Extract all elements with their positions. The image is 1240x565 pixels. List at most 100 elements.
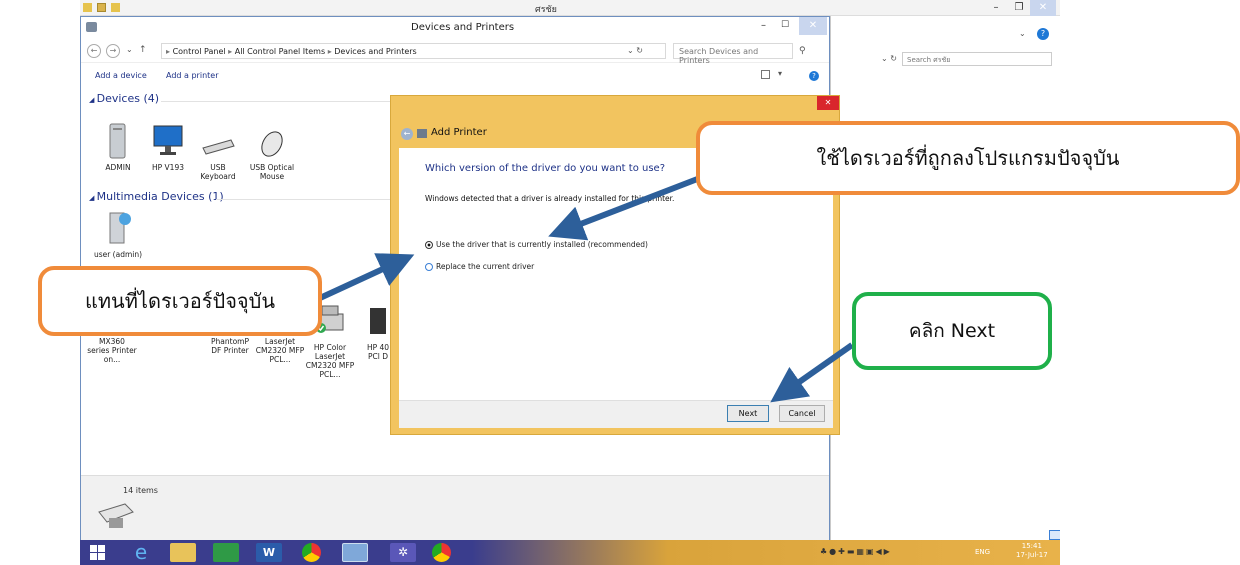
devices-titlebar: Devices and Printers – ☐ ✕ <box>81 17 829 39</box>
dialog-title: Add Printer <box>431 127 487 138</box>
printer-icon <box>417 129 427 138</box>
multimedia-group-label: Multimedia Devices (1) <box>96 190 224 203</box>
help-icon[interactable]: ? <box>1037 28 1049 40</box>
search-icon[interactable]: ⚲ <box>799 46 806 56</box>
device-admin[interactable]: ADMIN <box>93 122 143 172</box>
media-server-icon <box>101 209 135 247</box>
device-label: USB Keyboard <box>200 163 236 181</box>
clock[interactable]: 15:41 17-Jul-17 <box>1016 542 1048 560</box>
explorer-titlebar: ศรชัย – ❐ ✕ <box>80 0 1060 16</box>
device-label: MX360 series Printer on... <box>87 337 137 364</box>
settings-gear-icon[interactable]: ✲ <box>390 543 416 562</box>
new-folder-icon[interactable] <box>111 3 120 12</box>
start-button[interactable] <box>90 545 105 560</box>
up-icon[interactable]: ↑ <box>139 45 147 55</box>
devices-printers-icon <box>86 22 97 32</box>
item-count: 14 items <box>123 486 158 495</box>
monitor-icon <box>151 122 185 160</box>
word-icon[interactable]: W <box>256 543 282 562</box>
chrome-icon[interactable] <box>302 543 321 562</box>
printer-phantompdf[interactable]: PhantomP DF Printer <box>205 337 255 355</box>
window-title: Devices and Printers <box>411 22 515 33</box>
forward-icon[interactable]: → <box>106 44 120 58</box>
callout-click-next: คลิก Next <box>852 292 1052 370</box>
search-input[interactable]: Search Devices and Printers <box>673 43 793 65</box>
view-options-icon[interactable] <box>761 70 770 79</box>
properties-icon[interactable] <box>97 3 106 12</box>
device-label: HP Color LaserJet CM2320 MFP PCL... <box>305 343 355 379</box>
explorer-content-pane: ? ⌄ ⌄ ↻ <box>830 16 1060 540</box>
clock-date: 17-Jul-17 <box>1016 551 1048 559</box>
details-view-icon[interactable] <box>1049 530 1060 540</box>
computer-tower-icon <box>101 122 135 160</box>
breadcrumb-item[interactable]: Control Panel <box>173 47 226 56</box>
group-divider <box>161 101 391 102</box>
devices-group-header[interactable]: ◢ Devices (4) <box>89 92 159 105</box>
minimize-button[interactable]: – <box>761 20 766 31</box>
keyboard-icon <box>201 122 235 160</box>
device-label: USB Optical Mouse <box>249 163 295 181</box>
dialog-heading: Which version of the driver do you want … <box>425 163 665 174</box>
folder-icon <box>83 3 92 12</box>
help-icon[interactable]: ? <box>809 71 819 81</box>
explorer-title: ศรชัย <box>535 5 557 15</box>
radio-unchecked-icon[interactable] <box>425 262 433 271</box>
control-panel-icon[interactable] <box>342 543 368 562</box>
add-printer-button[interactable]: Add a printer <box>166 71 218 80</box>
close-button[interactable]: ✕ <box>817 96 839 110</box>
printer-laserjet-cm2320[interactable]: LaserJet CM2320 MFP PCL... <box>255 337 305 364</box>
system-tray-icons[interactable]: ♣●✚▬▦▣◀▶ <box>820 547 892 556</box>
option-use-current-driver[interactable]: Use the driver that is currently install… <box>425 240 648 249</box>
multimedia-group-header[interactable]: ◢ Multimedia Devices (1) <box>89 190 224 203</box>
device-label: user (admin) <box>93 250 143 259</box>
close-button[interactable]: ✕ <box>1030 0 1056 16</box>
breadcrumb-item[interactable]: All Control Panel Items <box>235 47 325 56</box>
printer-icon <box>368 302 388 340</box>
device-label: HP 40 PCl D <box>366 343 390 361</box>
option-label: Use the driver that is currently install… <box>436 240 648 249</box>
group-divider <box>216 199 391 200</box>
back-icon[interactable]: ← <box>87 44 101 58</box>
chevron-down-icon[interactable]: ⌄ <box>1019 29 1026 38</box>
next-button[interactable]: Next <box>727 405 769 422</box>
devices-group-label: Devices (4) <box>96 92 160 105</box>
callout-replace-driver: แทนที่ไดรเวอร์ปัจจุบัน <box>38 266 322 336</box>
device-label: ADMIN <box>105 163 131 172</box>
device-label: PhantomP DF Printer <box>211 337 249 355</box>
printer-icon <box>95 494 135 530</box>
language-indicator[interactable]: ENG <box>975 548 990 556</box>
command-bar: Add a device Add a printer ▾ ? <box>81 63 829 89</box>
file-explorer-icon[interactable] <box>170 543 196 562</box>
refresh-icon[interactable]: ⌄ ↻ <box>627 46 643 55</box>
chrome-icon[interactable] <box>432 543 451 562</box>
taskbar: e W ✲ ♣●✚▬▦▣◀▶ ENG 15:41 17-Jul-17 <box>80 540 1060 565</box>
maximize-button[interactable]: ❐ <box>1006 0 1032 16</box>
internet-explorer-icon[interactable]: e <box>128 542 154 562</box>
refresh-icon[interactable]: ⌄ ↻ <box>881 54 897 63</box>
device-usb-mouse[interactable]: USB Optical Mouse <box>247 122 297 181</box>
back-icon[interactable]: ← <box>401 128 413 140</box>
device-media-server[interactable]: user (admin) <box>93 209 143 259</box>
device-usb-keyboard[interactable]: USB Keyboard <box>193 122 243 181</box>
option-replace-driver[interactable]: Replace the current driver <box>425 262 534 271</box>
explorer-search-input[interactable]: Search ศรชัย <box>902 52 1052 66</box>
dialog-info: Windows detected that a driver is alread… <box>425 194 675 203</box>
chevron-down-icon[interactable]: ▾ <box>778 69 782 78</box>
printer-hp-40[interactable]: HP 40 PCl D <box>364 302 392 361</box>
radio-checked-icon[interactable] <box>425 240 433 249</box>
printer-mx360[interactable]: MX360 series Printer on... <box>87 337 137 364</box>
add-device-button[interactable]: Add a device <box>95 71 147 80</box>
breadcrumb-item[interactable]: Devices and Printers <box>334 47 416 56</box>
store-icon[interactable] <box>213 543 239 562</box>
option-label: Replace the current driver <box>436 262 535 271</box>
close-button[interactable]: ✕ <box>799 17 827 35</box>
address-bar-row: ← → ⌄ ↑ ▸ Control Panel ▸ All Control Pa… <box>81 39 829 65</box>
details-pane: 14 items <box>81 475 829 541</box>
recent-locations-icon[interactable]: ⌄ <box>126 45 133 54</box>
device-label: HP V193 <box>152 163 184 172</box>
callout-use-current-driver: ใช้ไดรเวอร์ที่ถูกลงโปรแกรมปัจจุบัน <box>696 121 1240 195</box>
maximize-button[interactable]: ☐ <box>781 20 789 30</box>
cancel-button[interactable]: Cancel <box>779 405 825 422</box>
breadcrumb[interactable]: ▸ Control Panel ▸ All Control Panel Item… <box>161 43 666 59</box>
device-hp-v193[interactable]: HP V193 <box>143 122 193 172</box>
